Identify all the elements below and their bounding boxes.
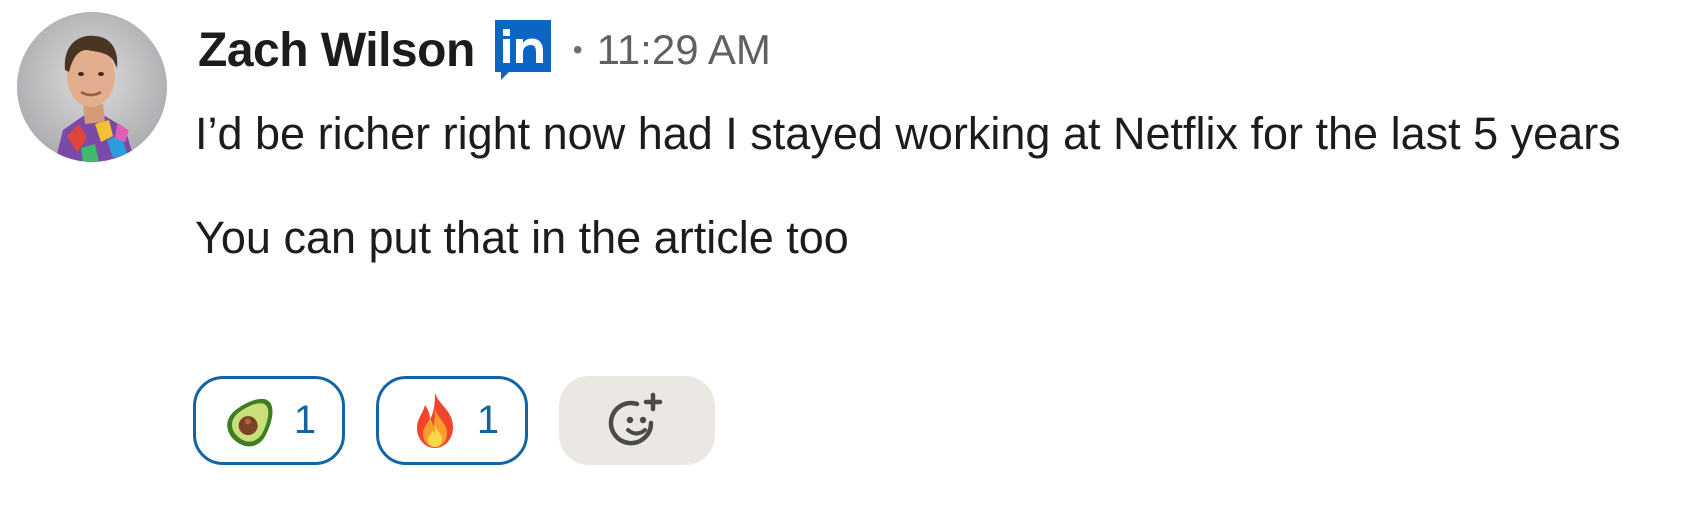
fire-icon [405, 391, 465, 451]
avatar[interactable] [17, 12, 167, 162]
message-paragraph: You can put that in the article too [195, 212, 849, 263]
separator-dot: • [572, 34, 583, 65]
add-reaction-icon [608, 392, 663, 445]
timestamp[interactable]: 11:29 AM [597, 26, 771, 74]
reaction-fire[interactable]: 1 [376, 376, 528, 465]
reactions-bar: 1 1 [193, 376, 715, 465]
message-body: I’d be richer right now had I stayed wor… [195, 97, 1665, 275]
reaction-count: 1 [293, 398, 317, 442]
reaction-count: 1 [476, 398, 500, 442]
message-header: Zach Wilson • 11:29 AM [198, 18, 771, 82]
reaction-avocado[interactable]: 1 [193, 376, 345, 465]
linkedin-icon[interactable] [494, 20, 551, 80]
avocado-icon [222, 391, 282, 451]
author-name[interactable]: Zach Wilson [198, 23, 475, 78]
message-paragraph: I’d be richer right now had I stayed wor… [195, 108, 1621, 159]
add-reaction-button[interactable] [559, 376, 715, 465]
avatar-photo [17, 12, 167, 162]
